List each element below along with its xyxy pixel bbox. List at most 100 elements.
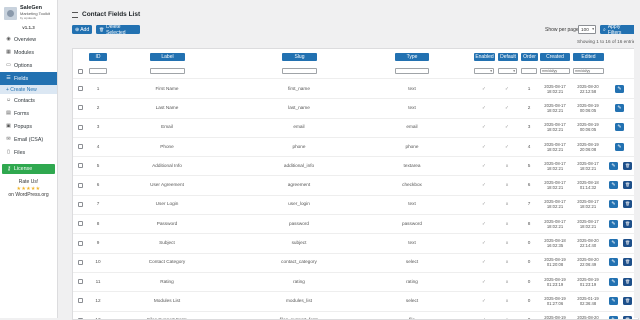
- delete-button[interactable]: 🗑: [623, 277, 632, 286]
- per-page-value: 100: [581, 27, 589, 32]
- column-header-label[interactable]: Label: [150, 53, 185, 61]
- logo-by: by wpdeeds: [20, 16, 37, 20]
- delete-button[interactable]: 🗑: [623, 161, 632, 170]
- filter-edited-date[interactable]: mm/dd/yy: [573, 68, 604, 74]
- filter-id-input[interactable]: [89, 68, 107, 74]
- delete-selected-button[interactable]: 🗑 Delete Selected: [96, 23, 140, 36]
- filter-default-select[interactable]: ▾: [498, 68, 517, 74]
- edit-button[interactable]: ✎: [615, 142, 624, 151]
- edit-button[interactable]: ✎: [609, 239, 618, 248]
- filter-created-date[interactable]: mm/dd/yy: [540, 68, 570, 74]
- edit-button[interactable]: ✎: [615, 103, 624, 112]
- delete-button[interactable]: 🗑: [623, 316, 632, 319]
- delete-button[interactable]: 🗑: [623, 258, 632, 267]
- filter-type-input[interactable]: [395, 68, 429, 74]
- sidebar-item-fields[interactable]: ☰ Fields: [0, 72, 57, 85]
- cell-type: select: [405, 297, 419, 303]
- sidebar-item-label: Overview: [14, 36, 37, 43]
- column-header-type[interactable]: Type: [395, 53, 429, 61]
- apply-filters-button[interactable]: ⌕ Apply Filters: [600, 23, 638, 36]
- cell-label: First Name: [155, 85, 179, 91]
- edit-button[interactable]: ✎: [609, 316, 618, 319]
- cell-edited-time: 00:06:05: [579, 127, 597, 133]
- cell-slug: agreement: [287, 182, 311, 188]
- sidebar-item-files[interactable]: ▯ Files: [0, 146, 57, 159]
- cell-type: text: [408, 85, 416, 91]
- sidebar-item-overview[interactable]: ◉ Overview: [0, 33, 57, 46]
- sidebar-item-forms[interactable]: ▤ Forms: [0, 107, 57, 120]
- column-header-created[interactable]: Created: [540, 53, 570, 61]
- entries-count: Showing 1 to 16 of 16 entries: [577, 39, 638, 44]
- cell-edited-time: 18:02:21: [579, 223, 597, 229]
- per-page-label: Show per page: [545, 27, 579, 33]
- column-header-id[interactable]: ID: [89, 53, 107, 61]
- edit-button[interactable]: ✎: [609, 258, 618, 267]
- edit-button[interactable]: ✎: [609, 161, 618, 170]
- delete-button[interactable]: 🗑: [623, 296, 632, 305]
- delete-button[interactable]: 🗑: [623, 181, 632, 190]
- sidebar-item-label: Popups: [14, 123, 32, 130]
- select-all-checkbox[interactable]: [78, 69, 83, 74]
- column-header-order[interactable]: Order: [521, 53, 538, 61]
- column-header-default[interactable]: Default: [498, 53, 518, 61]
- cell-label: Phone: [160, 143, 174, 149]
- table-row: 9 Subject subject text ✓ x 0 2025-08-18 16:02:35…: [73, 233, 638, 254]
- delete-selected-label: Delete Selected: [106, 23, 126, 36]
- cell-type: password: [401, 220, 423, 226]
- filter-label-input[interactable]: [150, 68, 185, 74]
- sidebar-item-create-new[interactable]: + Create New: [0, 85, 57, 94]
- main-content: Contact Fields List ⊕ Add 🗑 Delete Selec…: [66, 0, 640, 320]
- edit-button[interactable]: ✎: [609, 219, 618, 228]
- delete-button[interactable]: 🗑: [623, 239, 632, 248]
- sidebar-item-label: + Create New: [6, 86, 37, 93]
- cell-label: Password: [156, 220, 178, 226]
- column-header-edited[interactable]: Edited: [573, 53, 604, 61]
- filter-slug-input[interactable]: [282, 68, 317, 74]
- table-row: 7 User Login user_login text ✓ x 7 2025-08-17 18…: [73, 195, 638, 216]
- edit-button[interactable]: ✎: [609, 296, 618, 305]
- rate-us-sub: on WordPress.org: [8, 192, 49, 198]
- apply-filters-label: Apply Filters: [607, 23, 622, 36]
- per-page-select[interactable]: 100 ▾: [578, 25, 596, 34]
- scrollbar[interactable]: [634, 0, 640, 318]
- table-row: 5 Additional Info additional_info textarea ✓…: [73, 156, 638, 177]
- table-row: 12 Modules List modules_list select ✓ x 0 2025-…: [73, 291, 638, 312]
- sidebar-item-email[interactable]: ✉ Email (CSA): [0, 133, 57, 146]
- table-header: ID Label Slug Type Enabled Default Order…: [73, 49, 638, 79]
- edit-button[interactable]: ✎: [615, 123, 624, 132]
- options-icon: ▭: [6, 62, 11, 68]
- cell-edited-time: 22:12:58: [579, 88, 597, 94]
- sidebar-item-popups[interactable]: ▣ Popups: [0, 120, 57, 133]
- fields-icon: ☰: [6, 75, 11, 81]
- delete-button[interactable]: 🗑: [623, 200, 632, 209]
- sidebar-item-modules[interactable]: ▦ Modules: [0, 46, 57, 59]
- cell-label: Email: [161, 124, 173, 130]
- sidebar-item-options[interactable]: ▭ Options: [0, 59, 57, 72]
- sidebar-item-label: Email (CSA): [14, 136, 44, 143]
- cell-type: phone: [405, 143, 419, 149]
- edit-button[interactable]: ✎: [609, 181, 618, 190]
- edit-button[interactable]: ✎: [609, 277, 618, 286]
- edit-button[interactable]: ✎: [615, 84, 624, 93]
- column-header-enabled[interactable]: Enabled: [474, 53, 495, 61]
- filter-enabled-select[interactable]: ▾: [474, 68, 494, 74]
- search-icon: ⌕: [603, 26, 606, 33]
- sidebar-item-label: Options: [14, 62, 33, 69]
- filter-order-input[interactable]: [521, 68, 537, 74]
- edit-button[interactable]: ✎: [609, 200, 618, 209]
- cell-label: Last Name: [155, 104, 179, 110]
- cell-slug: email: [293, 124, 305, 130]
- table-row: 8 Password password password ✓ x 8 2025-08-17 18…: [73, 214, 638, 235]
- cell-label: User Agreement: [150, 182, 184, 188]
- cell-type: textarea: [403, 162, 421, 168]
- column-header-slug[interactable]: Slug: [282, 53, 317, 61]
- sidebar-item-contacts[interactable]: ☺ Contacts: [0, 94, 57, 107]
- delete-button[interactable]: 🗑: [623, 219, 632, 228]
- trash-icon: 🗑: [99, 27, 105, 32]
- license-button[interactable]: ⚷ License: [2, 164, 55, 174]
- forms-icon: ▤: [6, 110, 11, 116]
- add-button[interactable]: ⊕ Add: [72, 25, 92, 34]
- rate-us[interactable]: Rate Us! ★★★★★ on WordPress.org: [0, 179, 57, 199]
- chevron-down-icon: ▾: [592, 27, 594, 31]
- cell-slug: phone: [292, 143, 306, 149]
